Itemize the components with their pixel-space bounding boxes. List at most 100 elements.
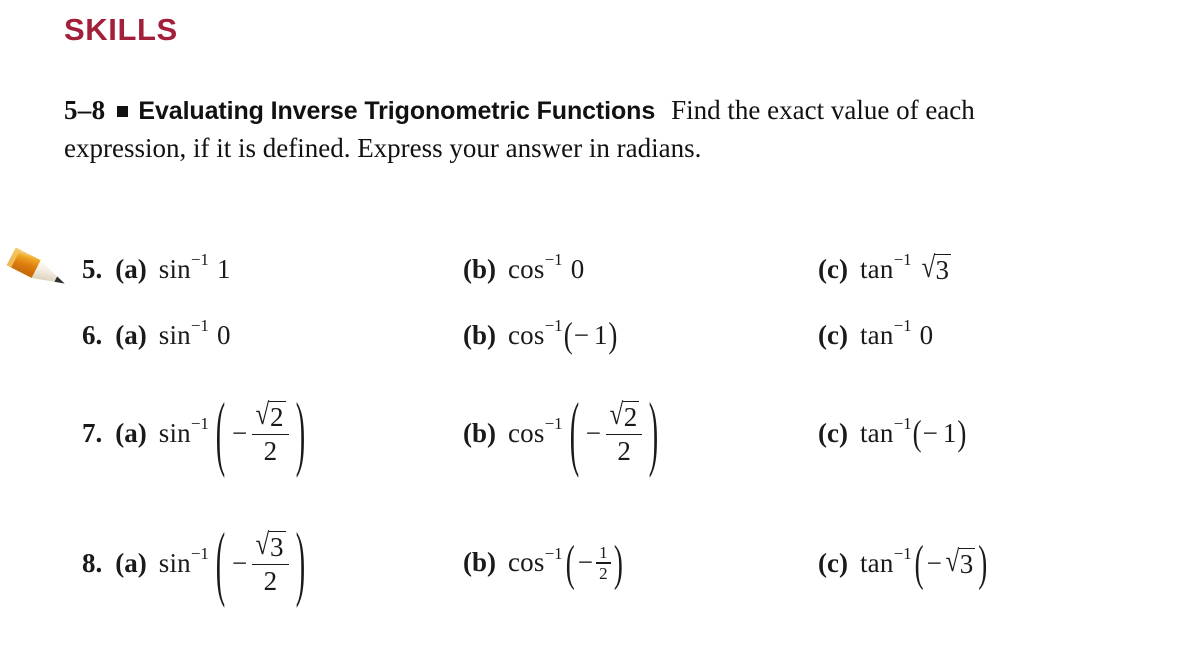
inverse-exponent: −1: [544, 250, 563, 269]
square-root: √ 3: [921, 250, 951, 285]
paren-close: ): [295, 515, 305, 609]
numerator: √ 2: [606, 396, 642, 434]
minus-sign: −: [922, 417, 938, 448]
expression: sin −1 0: [158, 316, 231, 351]
fraction: 1 2: [595, 543, 611, 582]
paren-close: ): [613, 534, 623, 590]
argument: 0: [919, 319, 934, 350]
paren-close: ): [957, 412, 967, 453]
expression: tan −1 ( −1 ): [859, 412, 968, 453]
exercise-number: 8.: [82, 547, 103, 578]
inverse-exponent: −1: [544, 316, 563, 335]
expression: cos −1 ( − 1 2 ): [508, 534, 626, 590]
fraction: √ 2 2: [252, 396, 289, 467]
exercise-number: 6.: [82, 319, 103, 350]
exercise-8-part-b: (b) cos −1 ( − 1 2 ): [463, 534, 626, 590]
inverse-exponent: −1: [893, 316, 912, 335]
expression: tan −1 √ 3: [860, 250, 951, 285]
part-label: (c): [818, 319, 848, 350]
parenthesized-argument: ( − √ 3 ): [912, 537, 991, 587]
paren-close: ): [608, 314, 618, 355]
exercise-row-8: 8. (a) sin −1 ( − √ 3 2) (b) cos −1 (−…: [0, 498, 1200, 628]
function-name: sin: [158, 319, 191, 350]
radical-sign-icon: √: [945, 544, 960, 578]
fraction: √ 2 2: [605, 396, 643, 467]
exercise-range-label: 5–8: [64, 95, 106, 125]
numerator: √ 3: [252, 528, 288, 564]
part-label: (a): [115, 319, 147, 350]
radicand: 2: [269, 400, 286, 432]
function-name: cos: [508, 547, 545, 578]
radicand: 3: [269, 530, 286, 562]
part-label: (b): [463, 253, 496, 284]
exercise-6-part-c: (c) tan −1 0: [818, 316, 934, 351]
part-label: (a): [115, 547, 147, 578]
filled-square-bullet-icon: [117, 106, 129, 117]
numerator: √ 2: [252, 396, 288, 434]
exercise-row-6: 6. (a) sin −1 0 (b) cos −1 ( −1 ) (c) tan −1…: [0, 302, 1200, 368]
numerator: 1: [599, 543, 608, 563]
argument: 1: [216, 253, 231, 284]
part-label: (b): [463, 319, 496, 350]
expression: cos −1 ( −1 ): [508, 314, 618, 355]
denominator: 2: [617, 436, 631, 467]
exercise-7-part-b: (b) cos −1 ( − √ 2 2 ): [463, 390, 666, 473]
minus-sign: −: [926, 547, 942, 578]
inverse-exponent: −1: [544, 543, 563, 563]
paren-open: (: [565, 534, 575, 590]
paren-open: (: [215, 515, 226, 609]
part-label: (b): [463, 547, 496, 578]
inverse-exponent: −1: [893, 544, 912, 563]
radicand: 3: [934, 253, 951, 285]
part-label: (a): [115, 417, 147, 448]
exercise-row-5: 5. (a) sin −1 1 (b) cos −1 0 (c) tan −1 √ 3: [0, 236, 1200, 302]
minus-sign: −: [577, 547, 593, 578]
paren-open: (: [215, 385, 226, 479]
inverse-exponent: −1: [190, 316, 209, 335]
expression: cos −1 ( − √ 2 2 ): [508, 390, 666, 473]
function-name: sin: [158, 253, 191, 284]
paren-open: (: [563, 314, 573, 355]
page-section-title: SKILLS: [64, 12, 178, 47]
inverse-exponent: −1: [893, 414, 912, 433]
radical-sign-icon: √: [255, 396, 270, 431]
parenthesized-argument: ( −1 ): [912, 412, 968, 453]
parenthesized-argument: ( − √ 2 2 ): [563, 390, 666, 473]
exercise-number: 7.: [82, 417, 103, 448]
exercise-8-part-a: 8. (a) sin −1 ( − √ 3 2): [82, 520, 312, 603]
square-root: √ 2: [255, 396, 286, 432]
exercise-5-part-b: (b) cos −1 0: [463, 250, 584, 285]
expression: sin −1 ( − √ 2 2 ): [159, 390, 312, 473]
exercise-number: 5.: [82, 253, 103, 284]
minus-sign: −: [585, 417, 601, 448]
exercise-list: 5. (a) sin −1 1 (b) cos −1 0 (c) tan −1 √ 3 6.: [0, 236, 1200, 628]
expression: cos −1 0: [508, 250, 584, 285]
expression: sin −1 ( − √ 3 2 ): [158, 520, 312, 603]
parenthesized-argument: ( − √ 2 2 ): [209, 390, 312, 473]
argument: 0: [216, 319, 231, 350]
exercise-7-part-c: (c) tan −1 ( −1 ): [818, 412, 968, 453]
radical-sign-icon: √: [609, 396, 624, 431]
minus-sign: −: [573, 319, 589, 350]
inverse-exponent: −1: [190, 414, 209, 433]
exercise-topic-title: Evaluating Inverse Trigonometric Functio…: [138, 97, 656, 125]
exercise-instructions: 5–8 Evaluating Inverse Trigonometric Func…: [64, 92, 1074, 167]
expression: sin −1 1: [158, 250, 231, 285]
paren-open: (: [914, 534, 924, 590]
function-name: tan: [859, 319, 894, 350]
part-label: (c): [818, 417, 848, 448]
inverse-exponent: −1: [544, 414, 563, 433]
exercise-7-part-a: 7. (a) sin −1 ( − √ 2 2): [82, 390, 312, 473]
minus-sign: −: [231, 547, 248, 578]
denominator: 2: [263, 436, 278, 467]
radical-sign-icon: √: [921, 250, 935, 284]
function-name: sin: [158, 547, 191, 578]
paren-open: (: [569, 385, 579, 479]
exercise-5-part-a: 5. (a) sin −1 1: [82, 250, 231, 285]
exercise-row-7: 7. (a) sin −1 ( − √ 2 2) (b) cos −1 (−…: [0, 368, 1200, 498]
function-name: tan: [859, 547, 894, 578]
inverse-exponent: −1: [190, 544, 209, 563]
part-label: (b): [463, 417, 496, 448]
function-name: tan: [859, 417, 894, 448]
paren-close: ): [295, 385, 305, 479]
